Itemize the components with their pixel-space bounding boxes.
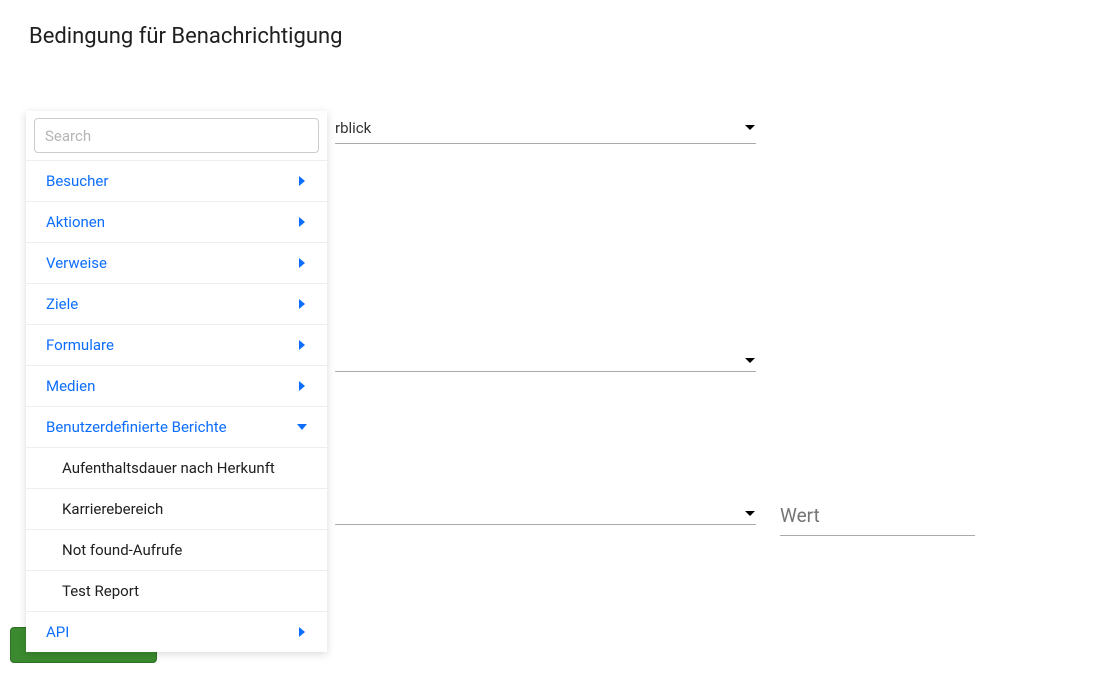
menu-item-label: Benutzerdefinierte Berichte — [46, 418, 227, 436]
menu-item-label: Formulare — [46, 336, 114, 354]
menu-item-label: Ziele — [46, 295, 78, 313]
chevron-right-icon — [297, 340, 307, 350]
report-dropdown-panel: Besucher Aktionen Verweise Ziele Formula… — [26, 111, 327, 652]
menu-item-label: Besucher — [46, 172, 108, 190]
report-select-value: rblick — [335, 119, 371, 137]
menu-item-api[interactable]: API — [26, 611, 327, 652]
report-select[interactable]: rblick — [335, 119, 756, 144]
caret-down-icon — [744, 357, 756, 365]
metric-select[interactable] — [335, 357, 756, 372]
condition-select[interactable] — [335, 510, 756, 525]
sub-item-label: Karrierebereich — [62, 500, 163, 518]
menu-item-besucher[interactable]: Besucher — [26, 160, 327, 201]
menu-item-aktionen[interactable]: Aktionen — [26, 201, 327, 242]
search-input[interactable] — [34, 118, 319, 153]
chevron-right-icon — [297, 176, 307, 186]
chevron-right-icon — [297, 258, 307, 268]
chevron-down-icon — [297, 422, 307, 432]
chevron-right-icon — [297, 627, 307, 637]
sub-item-label: Aufenthaltsdauer nach Herkunft — [62, 459, 275, 477]
menu-item-formulare[interactable]: Formulare — [26, 324, 327, 365]
menu-item-ziele[interactable]: Ziele — [26, 283, 327, 324]
menu-item-verweise[interactable]: Verweise — [26, 242, 327, 283]
sub-item-karrierebereich[interactable]: Karrierebereich — [26, 488, 327, 529]
menu-item-label: Aktionen — [46, 213, 105, 231]
sub-item-aufenthaltsdauer[interactable]: Aufenthaltsdauer nach Herkunft — [26, 447, 327, 488]
chevron-right-icon — [297, 217, 307, 227]
sub-item-not-found-aufrufe[interactable]: Not found-Aufrufe — [26, 529, 327, 570]
page-title: Bedingung für Benachrichtigung — [29, 24, 343, 49]
sub-item-test-report[interactable]: Test Report — [26, 570, 327, 611]
chevron-right-icon — [297, 381, 307, 391]
chevron-right-icon — [297, 299, 307, 309]
menu-item-benutzerdefinierte-berichte[interactable]: Benutzerdefinierte Berichte — [26, 406, 327, 447]
value-input[interactable] — [780, 504, 975, 536]
menu-item-label: Medien — [46, 377, 95, 395]
sub-item-label: Test Report — [62, 582, 139, 600]
caret-down-icon — [744, 510, 756, 518]
sub-item-label: Not found-Aufrufe — [62, 541, 182, 559]
menu-item-label: Verweise — [46, 254, 107, 272]
menu-item-medien[interactable]: Medien — [26, 365, 327, 406]
caret-down-icon — [744, 124, 756, 132]
menu-item-label: API — [46, 623, 69, 641]
